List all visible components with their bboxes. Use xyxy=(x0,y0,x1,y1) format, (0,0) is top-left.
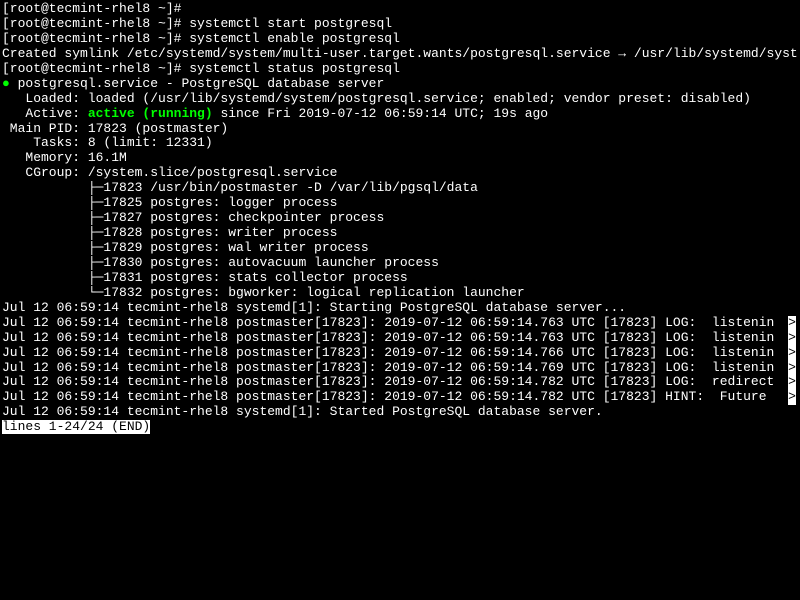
command-line: [root@tecmint-rhel8 ~]# systemctl start … xyxy=(2,17,798,32)
output-line: Created symlink /etc/systemd/system/mult… xyxy=(2,47,798,62)
log-line: Jul 12 06:59:14 tecmint-rhel8 postmaster… xyxy=(2,331,798,346)
process-line: ├─17823 /usr/bin/postmaster -D /var/lib/… xyxy=(2,181,798,196)
terminal-output[interactable]: [root@tecmint-rhel8 ~]# [root@tecmint-rh… xyxy=(2,2,798,435)
memory-line: Memory: 16.1M xyxy=(2,151,798,166)
active-status: active (running) xyxy=(88,107,213,121)
overflow-indicator-icon: > xyxy=(788,331,796,346)
log-line: Jul 12 06:59:14 tecmint-rhel8 postmaster… xyxy=(2,361,798,376)
log-line: Jul 12 06:59:14 tecmint-rhel8 systemd[1]… xyxy=(2,301,798,316)
prompt-line: [root@tecmint-rhel8 ~]# xyxy=(2,2,798,17)
overflow-indicator-icon: > xyxy=(788,390,796,405)
service-header: ● postgresql.service - PostgreSQL databa… xyxy=(2,77,798,92)
overflow-indicator-icon: > xyxy=(788,316,796,331)
log-line: Jul 12 06:59:14 tecmint-rhel8 postmaster… xyxy=(2,390,798,405)
log-line: Jul 12 06:59:14 tecmint-rhel8 postmaster… xyxy=(2,316,798,331)
process-line: └─17832 postgres: bgworker: logical repl… xyxy=(2,286,798,301)
loaded-line: Loaded: loaded (/usr/lib/systemd/system/… xyxy=(2,92,798,107)
overflow-indicator-icon: > xyxy=(788,346,796,361)
cgroup-line: CGroup: /system.slice/postgresql.service xyxy=(2,166,798,181)
active-line: Active: active (running) since Fri 2019-… xyxy=(2,107,798,122)
command-line: [root@tecmint-rhel8 ~]# systemctl enable… xyxy=(2,32,798,47)
process-line: ├─17831 postgres: stats collector proces… xyxy=(2,271,798,286)
process-line: ├─17827 postgres: checkpointer process xyxy=(2,211,798,226)
process-line: ├─17825 postgres: logger process xyxy=(2,196,798,211)
log-line: Jul 12 06:59:14 tecmint-rhel8 systemd[1]… xyxy=(2,405,798,420)
log-line: Jul 12 06:59:14 tecmint-rhel8 postmaster… xyxy=(2,375,798,390)
process-line: ├─17830 postgres: autovacuum launcher pr… xyxy=(2,256,798,271)
status-dot-icon: ● xyxy=(2,77,10,91)
mainpid-line: Main PID: 17823 (postmaster) xyxy=(2,122,798,137)
process-line: ├─17829 postgres: wal writer process xyxy=(2,241,798,256)
pager-status: lines 1-24/24 (END) xyxy=(2,420,798,435)
overflow-indicator-icon: > xyxy=(788,361,796,376)
process-line: ├─17828 postgres: writer process xyxy=(2,226,798,241)
command-line: [root@tecmint-rhel8 ~]# systemctl status… xyxy=(2,62,798,77)
overflow-indicator-icon: > xyxy=(788,375,796,390)
tasks-line: Tasks: 8 (limit: 12331) xyxy=(2,136,798,151)
log-line: Jul 12 06:59:14 tecmint-rhel8 postmaster… xyxy=(2,346,798,361)
